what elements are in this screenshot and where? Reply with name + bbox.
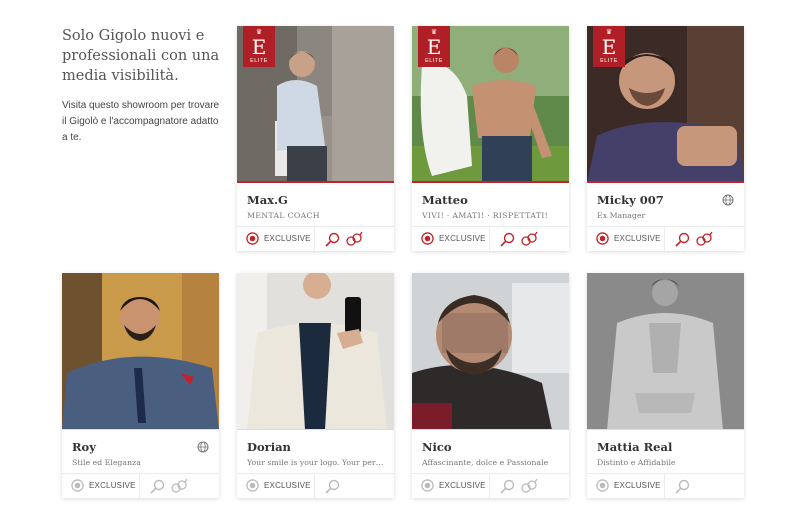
couple-icon[interactable]	[695, 231, 713, 247]
globe-icon	[722, 194, 734, 206]
card-actions: EXCLUSIVE	[412, 473, 569, 498]
profile-photo[interactable]	[237, 273, 394, 430]
profile-photo[interactable]	[412, 273, 569, 430]
profile-card[interactable]: ♛ E ELITE Matteo VIVI! · AMATI! · RISPET…	[412, 26, 569, 251]
card-actions: EXCLUSIVE	[587, 226, 744, 251]
elite-badge: ♛ E ELITE	[243, 26, 275, 67]
profile-card[interactable]: Roy Stile ed Eleganza EXCLUSIVE	[62, 273, 219, 498]
profile-tagline: Distinto e Affidabile	[597, 458, 676, 467]
profile-tagline: Stile ed Eleganza	[72, 458, 141, 467]
exclusive-icon	[421, 479, 434, 492]
intro-title: Solo Gigolo nuovi e professionali con un…	[62, 28, 220, 84]
exclusive-icon	[596, 479, 609, 492]
exclusive-tag: EXCLUSIVE	[412, 473, 490, 498]
profile-card[interactable]: ♛ E ELITE Micky 007 Ex Manager EXCLUSIVE	[587, 26, 744, 251]
profile-photo[interactable]: ♛ E ELITE	[412, 26, 569, 183]
exclusive-icon	[246, 479, 259, 492]
intro-text: Visita questo showroom per trovare il Gi…	[62, 100, 220, 143]
profile-card[interactable]: Dorian Your smile is your logo. Your per…	[237, 273, 394, 498]
globe-icon	[197, 441, 209, 453]
profile-photo[interactable]: ♛ E ELITE	[237, 26, 394, 183]
intro-section: Solo Gigolo nuovi e professionali con un…	[62, 26, 222, 146]
elite-badge: ♛ E ELITE	[418, 26, 450, 67]
search-gender-icon[interactable]	[324, 478, 342, 494]
exclusive-tag: EXCLUSIVE	[587, 226, 665, 251]
card-actions: EXCLUSIVE	[237, 473, 394, 498]
card-actions: EXCLUSIVE	[62, 473, 219, 498]
card-actions: EXCLUSIVE	[237, 226, 394, 251]
profile-photo[interactable]	[62, 273, 219, 430]
card-actions: EXCLUSIVE	[587, 473, 744, 498]
exclusive-tag: EXCLUSIVE	[237, 473, 315, 498]
couple-icon[interactable]	[345, 231, 363, 247]
profile-name[interactable]: Matteo	[422, 193, 559, 207]
profile-card[interactable]: Nico Affascinante, dolce e Passionale EX…	[412, 273, 569, 498]
profile-photo[interactable]: ♛ E ELITE	[587, 26, 744, 183]
couple-icon[interactable]	[520, 231, 538, 247]
profile-tagline: VIVI! · AMATI! · RISPETTATI!	[422, 211, 549, 220]
card-actions: EXCLUSIVE	[412, 226, 569, 251]
profile-tagline: Ex Manager	[597, 211, 646, 220]
profile-name[interactable]: Dorian	[247, 440, 384, 454]
profile-tagline: MENTAL COACH	[247, 211, 320, 220]
profile-card[interactable]: ♛ E ELITE Max.G MENTAL COACH EXCLUSIVE	[237, 26, 394, 251]
search-gender-icon[interactable]	[674, 231, 692, 247]
couple-icon[interactable]	[520, 478, 538, 494]
profile-name[interactable]: Max.G	[247, 193, 384, 207]
elite-badge: ♛ E ELITE	[593, 26, 625, 67]
profile-photo[interactable]	[587, 273, 744, 430]
exclusive-icon	[71, 479, 84, 492]
exclusive-tag: EXCLUSIVE	[62, 473, 140, 498]
profile-name[interactable]: Nico	[422, 440, 559, 454]
profile-name[interactable]: Micky 007	[597, 193, 734, 207]
exclusive-icon	[596, 232, 609, 245]
search-gender-icon[interactable]	[149, 478, 167, 494]
exclusive-icon	[246, 232, 259, 245]
exclusive-tag: EXCLUSIVE	[412, 226, 490, 251]
couple-icon[interactable]	[170, 478, 188, 494]
profile-name[interactable]: Roy	[72, 440, 209, 454]
search-gender-icon[interactable]	[499, 231, 517, 247]
profile-tagline: Affascinante, dolce e Passionale	[422, 458, 549, 467]
search-gender-icon[interactable]	[499, 478, 517, 494]
search-gender-icon[interactable]	[674, 478, 692, 494]
exclusive-tag: EXCLUSIVE	[237, 226, 315, 251]
exclusive-icon	[421, 232, 434, 245]
search-gender-icon[interactable]	[324, 231, 342, 247]
profile-tagline: Your smile is your logo. Your person...	[247, 458, 384, 467]
profile-card[interactable]: Mattia Real Distinto e Affidabile EXCLUS…	[587, 273, 744, 498]
exclusive-tag: EXCLUSIVE	[587, 473, 665, 498]
profile-name[interactable]: Mattia Real	[597, 440, 734, 454]
